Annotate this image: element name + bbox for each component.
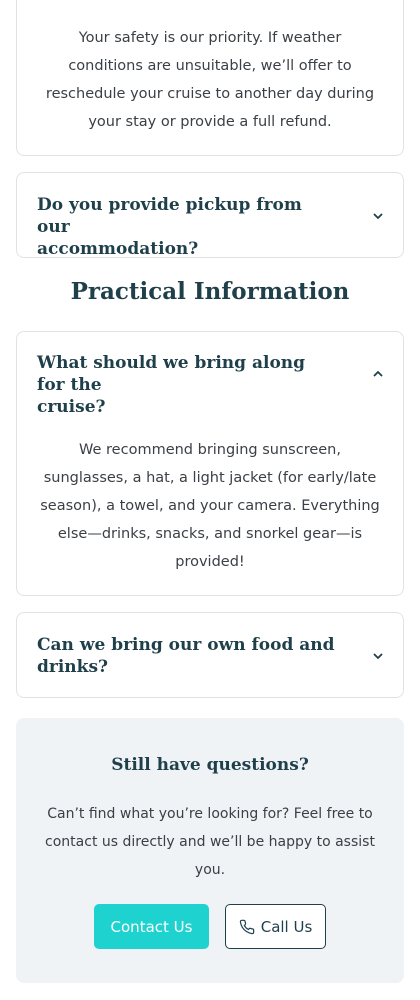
question-line: Can we bring our own food and <box>37 635 335 655</box>
answer-line: conditions are unsuitable, we’ll offer t… <box>68 58 352 74</box>
answer-line: season), a towel, and your camera. Every… <box>40 498 380 514</box>
chevron-down-icon[interactable] <box>371 649 385 663</box>
contact-us-label: Contact Us <box>110 917 193 936</box>
call-us-button[interactable]: Call Us <box>225 904 326 949</box>
faq-answer-weather: Your safety is our priority. If weather … <box>17 24 403 136</box>
chevron-up-icon[interactable] <box>371 367 385 381</box>
question-line: cruise? <box>37 397 106 417</box>
question-line: Do you provide pickup from our <box>37 195 302 237</box>
answer-line: your stay or provide a full refund. <box>88 114 332 130</box>
answer-line: reschedule your cruise to another day du… <box>45 86 375 102</box>
faq-item-own-food[interactable]: Can we bring our own food and drinks? <box>16 612 404 698</box>
question-line: What should we bring along for the <box>37 353 306 395</box>
cta-text-line: you. <box>194 862 226 878</box>
cta-text: Can’t find what you’re looking for? Feel… <box>30 800 390 884</box>
cta-text-line: Can’t find what you’re looking for? Feel… <box>47 806 373 822</box>
faq-item-pickup[interactable]: Do you provide pickup from our accommoda… <box>16 172 404 260</box>
faq-question-own-food[interactable]: Can we bring our own food and drinks? <box>37 634 337 678</box>
call-us-label: Call Us <box>260 917 313 936</box>
answer-line: sunglasses, a hat, a light jacket (for e… <box>43 470 377 486</box>
cta-text-line: contact us directly and we’ll be happy t… <box>45 834 375 850</box>
cta-title: Still have questions? <box>111 755 309 775</box>
answer-line: Your safety is our priority. If weather <box>78 30 342 46</box>
question-line: drinks? <box>37 657 108 677</box>
chevron-down-icon[interactable] <box>371 209 385 223</box>
answer-line: else—drinks, snacks, and snorkel gear—is <box>57 526 363 542</box>
answer-line: provided! <box>175 554 245 570</box>
answer-line: We recommend bringing sunscreen, <box>79 442 341 458</box>
contact-cta-box: Still have questions? Can’t find what yo… <box>16 718 404 983</box>
phone-icon <box>239 919 255 935</box>
faq-item-bring-along[interactable]: What should we bring along for the cruis… <box>16 331 404 596</box>
faq-answer-bring-along: We recommend bringing sunscreen, sunglas… <box>17 436 403 576</box>
faq-question-bring-along[interactable]: What should we bring along for the cruis… <box>37 352 337 418</box>
contact-us-button[interactable]: Contact Us <box>94 904 209 949</box>
question-line: accommodation? <box>37 239 199 259</box>
faq-question-pickup[interactable]: Do you provide pickup from our accommoda… <box>37 194 337 260</box>
faq-card-weather: Your safety is our priority. If weather … <box>16 0 404 156</box>
section-title: Practical Information <box>70 278 350 305</box>
